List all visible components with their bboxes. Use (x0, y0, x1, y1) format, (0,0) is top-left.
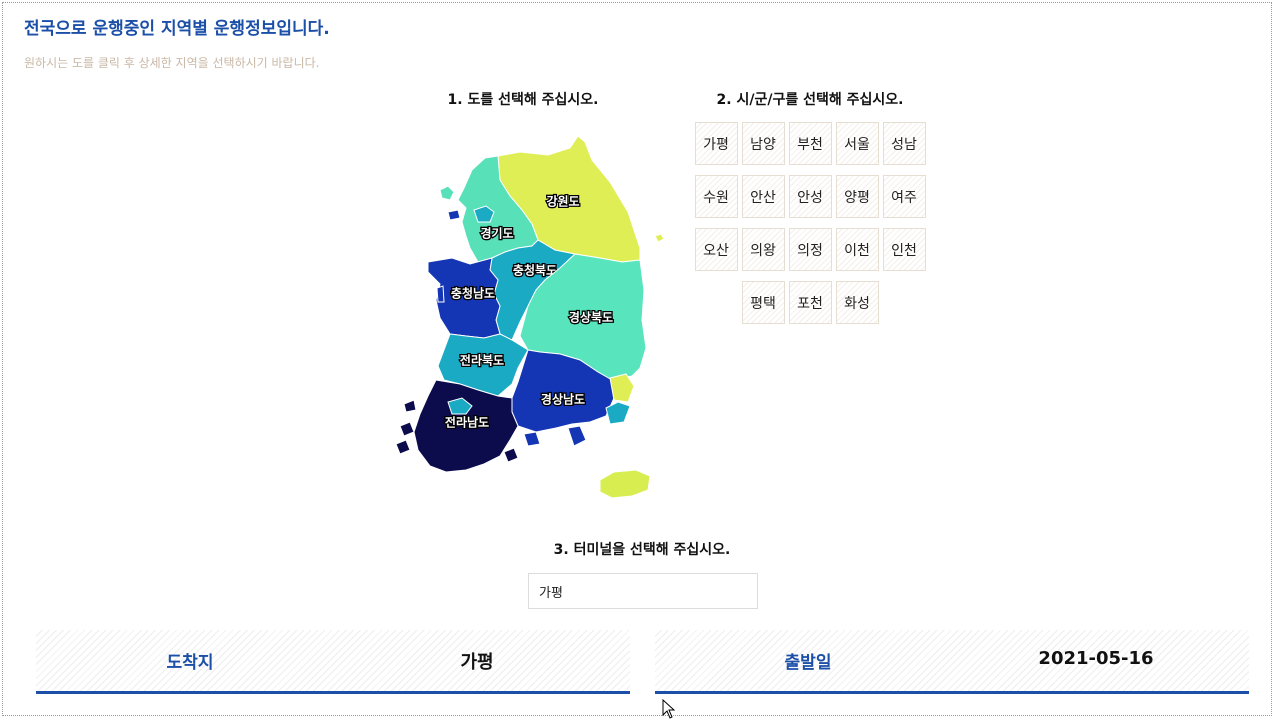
city-button[interactable]: 안성 (788, 175, 832, 218)
departure-value: 2021-05-16 (1038, 648, 1154, 669)
departure-info-bar: 출발일 2021-05-16 (655, 630, 1249, 694)
city-grid: 가평 남양 부천 서울 성남 수원 안산 안성 양평 여주 오산 의왕 의정 이… (692, 122, 928, 334)
city-button[interactable]: 이천 (835, 228, 879, 271)
step-3-heading: 3. 터미널을 선택해 주십시오. (553, 542, 731, 558)
korea-province-map: 강원도 경기도 충청북도 충청남도 경상북도 전라북도 경상남도 전라남도 (395, 135, 665, 499)
terminal-select-field[interactable] (528, 573, 758, 609)
province-jeju[interactable] (599, 469, 651, 499)
city-button[interactable]: 부천 (788, 122, 832, 165)
arrival-info-bar: 도착지 가평 (36, 630, 630, 694)
departure-label: 출발일 (784, 653, 832, 673)
city-button[interactable]: 포천 (788, 281, 832, 324)
city-button[interactable]: 여주 (882, 175, 926, 218)
city-button[interactable]: 양평 (835, 175, 879, 218)
page-title: 전국으로 운행중인 지역별 운행정보입니다. (24, 19, 330, 39)
city-row: 평택 포천 화성 (692, 281, 928, 328)
city-button[interactable]: 가평 (694, 122, 738, 165)
city-button[interactable]: 의왕 (741, 228, 785, 271)
mouse-cursor-icon (662, 699, 676, 719)
arrival-label: 도착지 (166, 653, 214, 673)
arrival-value: 가평 (460, 652, 494, 673)
city-button[interactable]: 인천 (882, 228, 926, 271)
page-subtitle: 원하시는 도를 클릭 후 상세한 지역을 선택하시기 바랍니다. (24, 56, 320, 70)
step-2-heading: 2. 시/군/구를 선택해 주십시오. (716, 92, 904, 108)
city-row: 수원 안산 안성 양평 여주 (692, 175, 928, 222)
city-row: 가평 남양 부천 서울 성남 (692, 122, 928, 169)
city-row: 오산 의왕 의정 이천 인천 (692, 228, 928, 275)
city-button[interactable]: 안산 (741, 175, 785, 218)
city-button[interactable]: 화성 (835, 281, 879, 324)
city-button[interactable]: 서울 (835, 122, 879, 165)
step-1-heading: 1. 도를 선택해 주십시오. (447, 92, 599, 108)
city-button[interactable]: 의정 (788, 228, 832, 271)
city-button[interactable]: 남양 (741, 122, 785, 165)
city-button[interactable]: 성남 (882, 122, 926, 165)
city-button[interactable]: 수원 (694, 175, 738, 218)
city-button[interactable]: 오산 (694, 228, 738, 271)
province-chungnam[interactable]: 충청남도 (427, 257, 501, 339)
city-button[interactable]: 평택 (741, 281, 785, 324)
